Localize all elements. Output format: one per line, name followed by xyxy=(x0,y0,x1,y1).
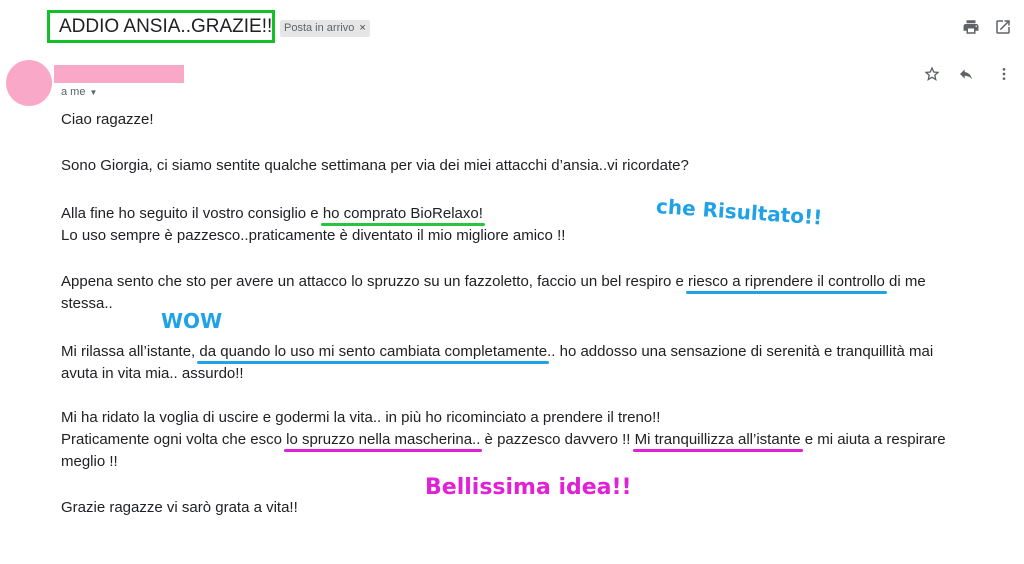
body-text: è pazzesco davvero !! xyxy=(480,431,635,448)
chevron-down-icon[interactable]: ▼ xyxy=(89,88,97,97)
recipient-label: a me xyxy=(61,86,86,98)
highlight-magenta-underline: Mi tranquillizza all’istante xyxy=(632,431,803,452)
body-line-attacco: Appena sento che sto per avere un attacc… xyxy=(61,273,926,294)
body-line-amico: Lo uso sempre è pazzesco..praticamente è… xyxy=(61,227,566,244)
body-closing: Grazie ragazze vi sarò grata a vita!! xyxy=(61,499,298,516)
star-icon[interactable] xyxy=(924,66,940,82)
highlight-blue-underline: da quando lo uso mi sento cambiata compl… xyxy=(197,343,549,364)
print-icon[interactable] xyxy=(962,18,980,36)
avatar xyxy=(6,60,52,106)
body-greeting: Ciao ragazze! xyxy=(61,111,154,128)
body-line-stessa: stessa.. xyxy=(61,295,113,312)
body-text: Appena sento che sto per avere un attacc… xyxy=(61,273,689,290)
open-in-new-icon[interactable] xyxy=(994,18,1012,36)
highlight-blue-underline: riesco a riprendere il controllo xyxy=(686,273,887,294)
inbox-label-text: Posta in arrivo xyxy=(284,22,355,34)
body-line-rilassa: Mi rilassa all’istante, da quando lo uso… xyxy=(61,343,934,364)
body-line-meglio: meglio !! xyxy=(61,453,118,470)
highlight-magenta-underline: lo spruzzo nella mascherina.. xyxy=(284,431,483,452)
body-text: e mi aiuta a respirare xyxy=(800,431,946,448)
email-subject: ADDIO ANSIA..GRAZIE!! xyxy=(59,16,273,37)
body-paragraph-intro: Sono Giorgia, ci siamo sentite qualche s… xyxy=(61,157,689,174)
body-line-assurdo: avuta in vita mia.. assurdo!! xyxy=(61,365,244,382)
annotation-wow: WOW xyxy=(161,309,223,333)
body-line-consiglio: Alla fine ho seguito il vostro consiglio… xyxy=(61,205,486,226)
reply-icon[interactable] xyxy=(958,66,974,82)
body-text: Praticamente ogni volta che esco xyxy=(61,431,287,448)
annotation-bellissima-idea: Bellissima idea!! xyxy=(425,475,632,500)
annotation-che-risultato: che Risultato!! xyxy=(655,194,824,230)
inbox-label-chip[interactable]: Posta in arrivo × xyxy=(280,20,370,37)
highlight-green-underline: ho comprato BioRelaxo! xyxy=(320,205,486,226)
recipient-details[interactable]: a me ▼ xyxy=(61,86,97,98)
body-line-mascherina: Praticamente ogni volta che esco lo spru… xyxy=(61,431,946,452)
more-vert-icon[interactable] xyxy=(996,66,1012,82)
body-text: .. ho addosso una sensazione di serenità… xyxy=(547,343,934,360)
remove-label-button[interactable]: × xyxy=(359,22,365,34)
sender-name-redacted xyxy=(54,65,184,83)
body-text: di me xyxy=(884,273,926,290)
body-text: Mi rilassa all’istante, xyxy=(61,343,200,360)
body-text: Alla fine ho seguito il vostro consiglio… xyxy=(61,205,323,222)
body-line-treno: Mi ha ridato la voglia di uscire e goder… xyxy=(61,409,661,426)
